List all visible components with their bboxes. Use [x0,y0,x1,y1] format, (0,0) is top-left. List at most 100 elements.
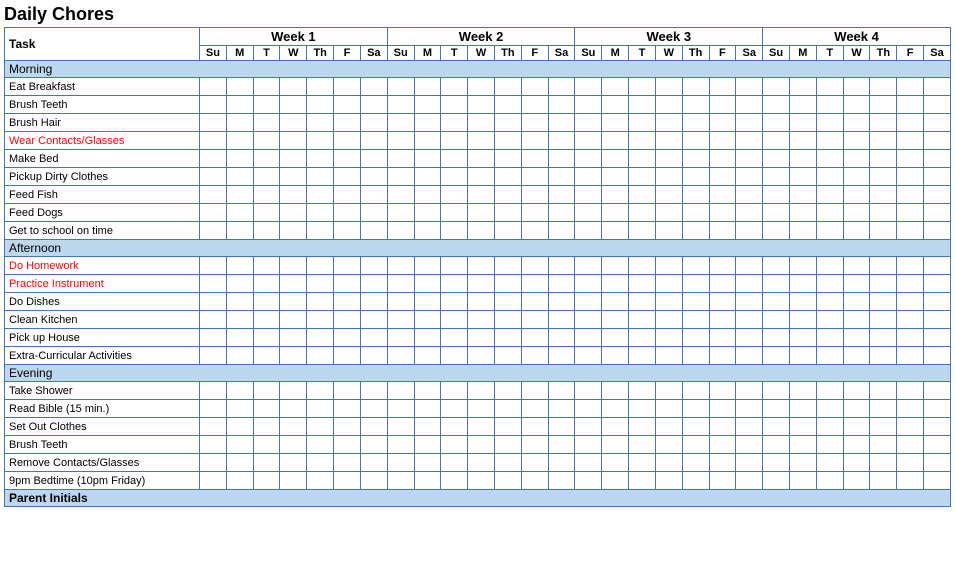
check-cell[interactable] [387,257,414,275]
check-cell[interactable] [280,186,307,204]
check-cell[interactable] [897,329,924,347]
check-cell[interactable] [870,132,897,150]
check-cell[interactable] [816,114,843,132]
check-cell[interactable] [280,96,307,114]
check-cell[interactable] [548,418,575,436]
check-cell[interactable] [843,222,870,240]
check-cell[interactable] [494,454,521,472]
check-cell[interactable] [602,472,629,490]
check-cell[interactable] [200,347,227,365]
check-cell[interactable] [494,382,521,400]
check-cell[interactable] [387,436,414,454]
check-cell[interactable] [441,472,468,490]
check-cell[interactable] [200,329,227,347]
check-cell[interactable] [789,257,816,275]
check-cell[interactable] [200,311,227,329]
check-cell[interactable] [736,311,763,329]
check-cell[interactable] [629,150,656,168]
check-cell[interactable] [226,329,253,347]
check-cell[interactable] [280,347,307,365]
check-cell[interactable] [414,114,441,132]
check-cell[interactable] [334,293,361,311]
check-cell[interactable] [468,78,495,96]
check-cell[interactable] [494,222,521,240]
check-cell[interactable] [280,436,307,454]
check-cell[interactable] [360,222,387,240]
check-cell[interactable] [200,78,227,96]
check-cell[interactable] [709,472,736,490]
check-cell[interactable] [253,168,280,186]
check-cell[interactable] [870,114,897,132]
check-cell[interactable] [414,400,441,418]
check-cell[interactable] [253,436,280,454]
check-cell[interactable] [843,311,870,329]
check-cell[interactable] [602,347,629,365]
check-cell[interactable] [468,382,495,400]
check-cell[interactable] [200,132,227,150]
check-cell[interactable] [897,275,924,293]
check-cell[interactable] [494,150,521,168]
check-cell[interactable] [924,150,951,168]
check-cell[interactable] [334,168,361,186]
check-cell[interactable] [763,454,790,472]
check-cell[interactable] [655,400,682,418]
check-cell[interactable] [360,78,387,96]
check-cell[interactable] [414,204,441,222]
check-cell[interactable] [387,347,414,365]
check-cell[interactable] [441,311,468,329]
check-cell[interactable] [468,132,495,150]
check-cell[interactable] [494,275,521,293]
check-cell[interactable] [200,257,227,275]
check-cell[interactable] [870,168,897,186]
check-cell[interactable] [843,275,870,293]
check-cell[interactable] [870,222,897,240]
check-cell[interactable] [441,454,468,472]
check-cell[interactable] [816,257,843,275]
check-cell[interactable] [307,150,334,168]
check-cell[interactable] [253,311,280,329]
check-cell[interactable] [736,150,763,168]
check-cell[interactable] [709,418,736,436]
check-cell[interactable] [307,329,334,347]
check-cell[interactable] [307,78,334,96]
check-cell[interactable] [253,400,280,418]
check-cell[interactable] [387,222,414,240]
check-cell[interactable] [602,436,629,454]
check-cell[interactable] [789,347,816,365]
check-cell[interactable] [414,275,441,293]
check-cell[interactable] [414,257,441,275]
check-cell[interactable] [226,168,253,186]
check-cell[interactable] [253,96,280,114]
check-cell[interactable] [548,311,575,329]
check-cell[interactable] [494,114,521,132]
check-cell[interactable] [280,168,307,186]
check-cell[interactable] [548,96,575,114]
check-cell[interactable] [387,382,414,400]
check-cell[interactable] [200,275,227,293]
check-cell[interactable] [468,96,495,114]
check-cell[interactable] [655,329,682,347]
check-cell[interactable] [253,114,280,132]
check-cell[interactable] [602,400,629,418]
check-cell[interactable] [870,418,897,436]
check-cell[interactable] [387,96,414,114]
check-cell[interactable] [789,311,816,329]
check-cell[interactable] [307,454,334,472]
check-cell[interactable] [280,150,307,168]
check-cell[interactable] [280,418,307,436]
check-cell[interactable] [575,168,602,186]
check-cell[interactable] [629,329,656,347]
check-cell[interactable] [763,222,790,240]
check-cell[interactable] [682,96,709,114]
check-cell[interactable] [682,275,709,293]
check-cell[interactable] [816,96,843,114]
check-cell[interactable] [334,347,361,365]
check-cell[interactable] [655,150,682,168]
check-cell[interactable] [548,150,575,168]
check-cell[interactable] [414,454,441,472]
check-cell[interactable] [924,222,951,240]
check-cell[interactable] [521,150,548,168]
check-cell[interactable] [494,186,521,204]
check-cell[interactable] [548,275,575,293]
check-cell[interactable] [843,257,870,275]
